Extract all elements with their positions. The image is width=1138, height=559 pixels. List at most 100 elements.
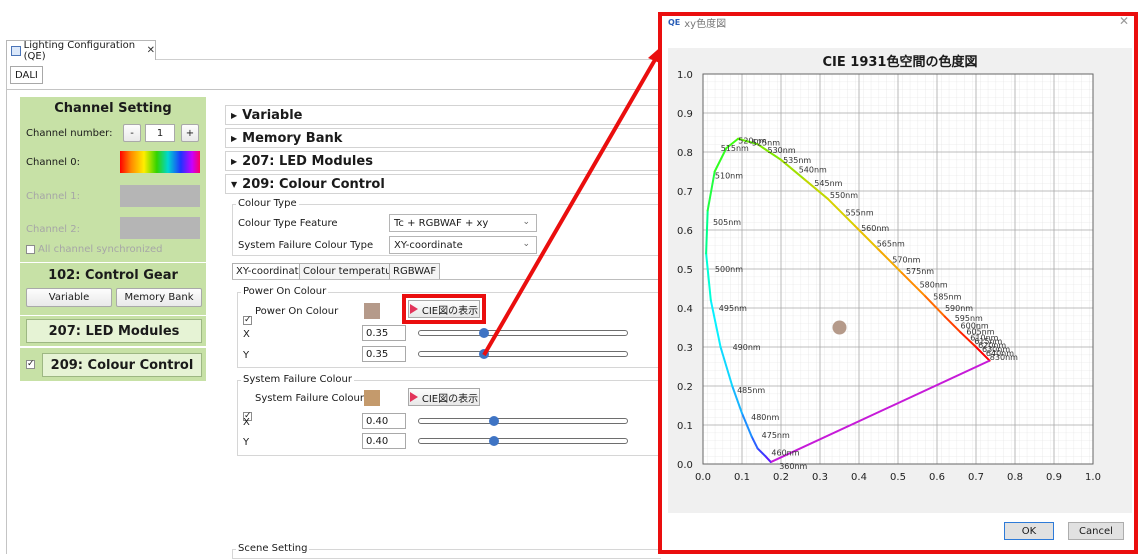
wavelength-label: 565nm (877, 240, 905, 249)
variable-button[interactable]: Variable (26, 288, 112, 307)
wavelength-label: 480nm (751, 413, 779, 422)
wavelength-label: 830nm (990, 353, 1018, 362)
system-failure-x-field[interactable]: 0.40 (362, 413, 406, 429)
system-failure-y-slider-thumb[interactable] (488, 436, 499, 446)
x-tick-label: 0.7 (968, 472, 984, 483)
power-on-x-label: X (243, 329, 250, 340)
all-channel-sync-checkbox[interactable] (26, 245, 35, 254)
channel-increment-button[interactable]: + (181, 124, 199, 142)
memory-bank-button[interactable]: Memory Bank (116, 288, 202, 307)
system-failure-x-label: X (243, 417, 250, 428)
expand-arrow-icon: ▶ (231, 133, 238, 143)
wavelength-label: 555nm (846, 208, 874, 217)
x-tick-label: 0.5 (890, 472, 906, 483)
subtab-bar (6, 60, 661, 90)
show-cie-diagram-button-2[interactable]: CIE図の表示 (408, 388, 480, 406)
x-tick-label: 0.9 (1046, 472, 1062, 483)
editor-tab[interactable]: Lighting Configuration (QE) ✕ (6, 39, 156, 62)
x-tick-label: 0.8 (1007, 472, 1023, 483)
power-on-colour-group-label: Power On Colour (241, 286, 329, 297)
system-failure-x-slider-track[interactable] (418, 418, 628, 424)
colour-type-feature-value: Tc + RGBWAF + xy (394, 217, 489, 229)
system-failure-x-slider-thumb[interactable] (488, 416, 499, 426)
show-cie-diagram-label: CIE図の表示 (421, 305, 479, 317)
power-on-y-label: Y (243, 350, 250, 361)
x-tick-label: 0.1 (734, 472, 750, 483)
system-failure-colour-group-label: System Failure Colour (241, 374, 354, 385)
show-cie-diagram-button[interactable]: CIE図の表示 (408, 300, 480, 318)
power-on-x-field[interactable]: 0.35 (362, 325, 406, 341)
wavelength-label: 505nm (713, 218, 741, 227)
system-failure-y-label: Y (243, 437, 250, 448)
power-on-x-slider-track[interactable] (418, 330, 628, 336)
app-logo-icon: QE (668, 17, 681, 27)
document-icon (11, 45, 21, 56)
dialog-title: xy色度図 (684, 18, 727, 30)
section-memory-bank[interactable]: ▶ Memory Bank (225, 128, 661, 148)
ok-button[interactable]: OK (1004, 522, 1054, 540)
wavelength-label: 570nm (892, 255, 920, 264)
system-failure-type-dropdown[interactable]: XY-coordinate ⌄ (389, 236, 537, 254)
wavelength-label: 575nm (906, 267, 934, 276)
channel-1-label: Channel 1: (26, 191, 80, 202)
editor-tab-title: Lighting Configuration (QE) (23, 39, 136, 62)
chevron-down-icon: ⌄ (522, 239, 530, 249)
dialog-close-icon[interactable]: ✕ (1119, 14, 1129, 28)
colour-point (832, 320, 847, 335)
system-failure-y-field[interactable]: 0.40 (362, 433, 406, 449)
system-failure-y-slider-track[interactable] (418, 438, 628, 444)
power-on-colour-swatch[interactable] (364, 303, 380, 319)
channel-2-label: Channel 2: (26, 224, 80, 235)
cancel-button[interactable]: Cancel (1068, 522, 1124, 540)
led-modules-button[interactable]: 207: LED Modules (26, 319, 202, 343)
channel-number-field[interactable]: 1 (145, 124, 175, 142)
y-tick-label: 0.5 (677, 265, 693, 276)
plot-layer: 0.0 0.1 0.2 0.3 0.4 0.5 0.6 0.7 0.8 0.9 1.0 0.0 0.1 0… (677, 70, 1101, 483)
y-tick-label: 0.0 (677, 460, 693, 471)
colour-type-feature-label: Colour Type Feature (238, 218, 338, 229)
power-on-y-field[interactable]: 0.35 (362, 346, 406, 362)
wavelength-label: 580nm (920, 281, 948, 290)
tab-rgbwaf[interactable]: RGBWAF (389, 263, 441, 279)
y-tick-label: 1.0 (677, 70, 693, 81)
colour-type-group-label: Colour Type (236, 198, 299, 209)
expand-arrow-icon: ▶ (231, 110, 238, 120)
colour-type-feature-dropdown[interactable]: Tc + RGBWAF + xy ⌄ (389, 214, 537, 232)
x-tick-label: 0.2 (773, 472, 789, 483)
wavelength-label: 515nm (721, 144, 749, 153)
section-colour-control[interactable]: ▼ 209: Colour Control (225, 174, 661, 194)
cie-diagram-icon (409, 304, 418, 314)
control-gear-title: 102: Control Gear (48, 268, 178, 283)
section-led-modules[interactable]: ▶ 207: LED Modules (225, 151, 661, 171)
tab-close-icon[interactable]: ✕ (147, 45, 155, 56)
channel-0-label: Channel 0: (26, 157, 80, 168)
section-colour-control-label: 209: Colour Control (242, 176, 385, 192)
power-on-colour-checkbox[interactable] (243, 316, 252, 325)
y-tick-label: 0.3 (677, 343, 693, 354)
wavelength-label: 535nm (783, 156, 811, 165)
tab-xy-coordinate[interactable]: XY-coordinate (232, 263, 309, 279)
expand-arrow-icon: ▶ (231, 156, 238, 166)
section-variable-label: Variable (242, 107, 303, 123)
x-tick-label: 1.0 (1085, 472, 1101, 483)
x-tick-label: 0.4 (851, 472, 867, 483)
all-channel-sync-label: All channel synchronized (38, 244, 163, 255)
wavelength-label: 585nm (933, 292, 961, 301)
cie-chart: 0.0 0.1 0.2 0.3 0.4 0.5 0.6 0.7 0.8 0.9 1.0 0.0 0.1 0… (677, 70, 1101, 483)
system-failure-colour-swatch[interactable] (364, 390, 380, 406)
y-tick-label: 0.2 (677, 382, 693, 393)
colour-control-checkbox[interactable] (26, 360, 35, 369)
channel-0-colour-bar[interactable] (120, 151, 200, 173)
channel-decrement-button[interactable]: - (123, 124, 141, 142)
tab-dali[interactable]: DALI (10, 66, 43, 84)
wavelength-label: 360nm (779, 462, 807, 471)
section-variable[interactable]: ▶ Variable (225, 105, 661, 125)
cie-diagram-icon (409, 392, 418, 402)
dialog-titlebar: QE xy色度図 (668, 13, 726, 31)
power-on-y-slider-track[interactable] (418, 351, 628, 357)
wavelength-label: 550nm (830, 191, 858, 200)
system-failure-type-label: System Failure Colour Type (238, 240, 374, 251)
colour-control-button[interactable]: 209: Colour Control (42, 353, 202, 377)
section-led-modules-label: 207: LED Modules (242, 153, 373, 169)
wavelength-label: 560nm (861, 224, 889, 233)
